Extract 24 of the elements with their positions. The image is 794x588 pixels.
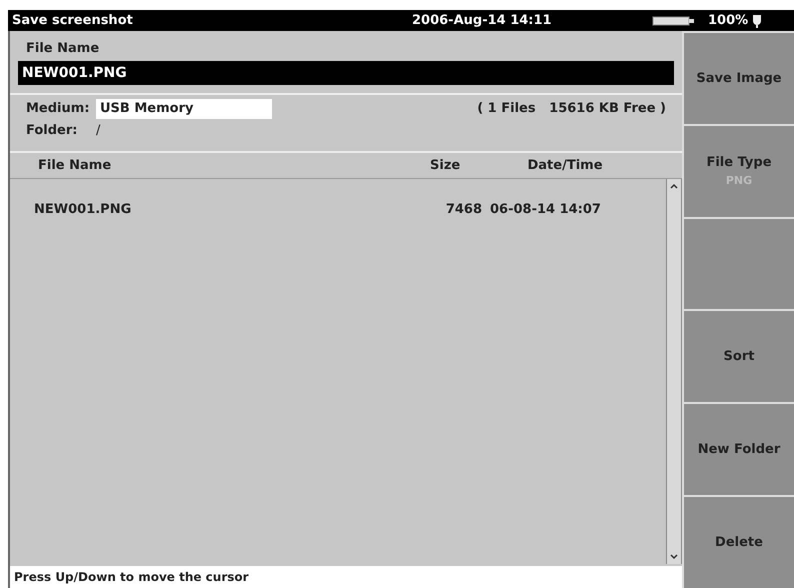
column-header: Size [430, 158, 460, 173]
scroll-bar[interactable] [666, 179, 682, 564]
column-header: Date/Time [527, 158, 603, 173]
plug-icon [752, 14, 762, 28]
softkey-button[interactable]: Save Image [684, 33, 794, 124]
status-bar: Press Up/Down to move the cursor [10, 566, 682, 588]
softkey-button[interactable]: Delete [684, 497, 794, 588]
file-name-field[interactable]: NEW001.PNG [18, 61, 674, 85]
table-cell: 06-08-14 14:07 [490, 202, 601, 218]
medium-field[interactable]: USB Memory [96, 99, 272, 119]
folder-label: Folder: [26, 122, 78, 140]
battery-icon [652, 16, 696, 26]
folder-path: / [96, 122, 100, 140]
column-header: File Name [38, 158, 112, 173]
date-time: 2006-Aug-14 14:11 [412, 12, 553, 30]
window-title: Save screenshot [12, 12, 134, 30]
softkey-button[interactable]: New Folder [684, 404, 794, 496]
battery-level: 100% [708, 12, 748, 30]
storage-summary: ( 1 Files 15616 KB Free ) [477, 100, 666, 118]
field-label: File Name [26, 41, 100, 56]
table-cell: NEW001.PNG [34, 202, 132, 218]
table-cell: 7468 [446, 202, 482, 218]
softkey-button[interactable]: Sort [684, 311, 794, 402]
medium-label: Medium: [26, 100, 91, 118]
